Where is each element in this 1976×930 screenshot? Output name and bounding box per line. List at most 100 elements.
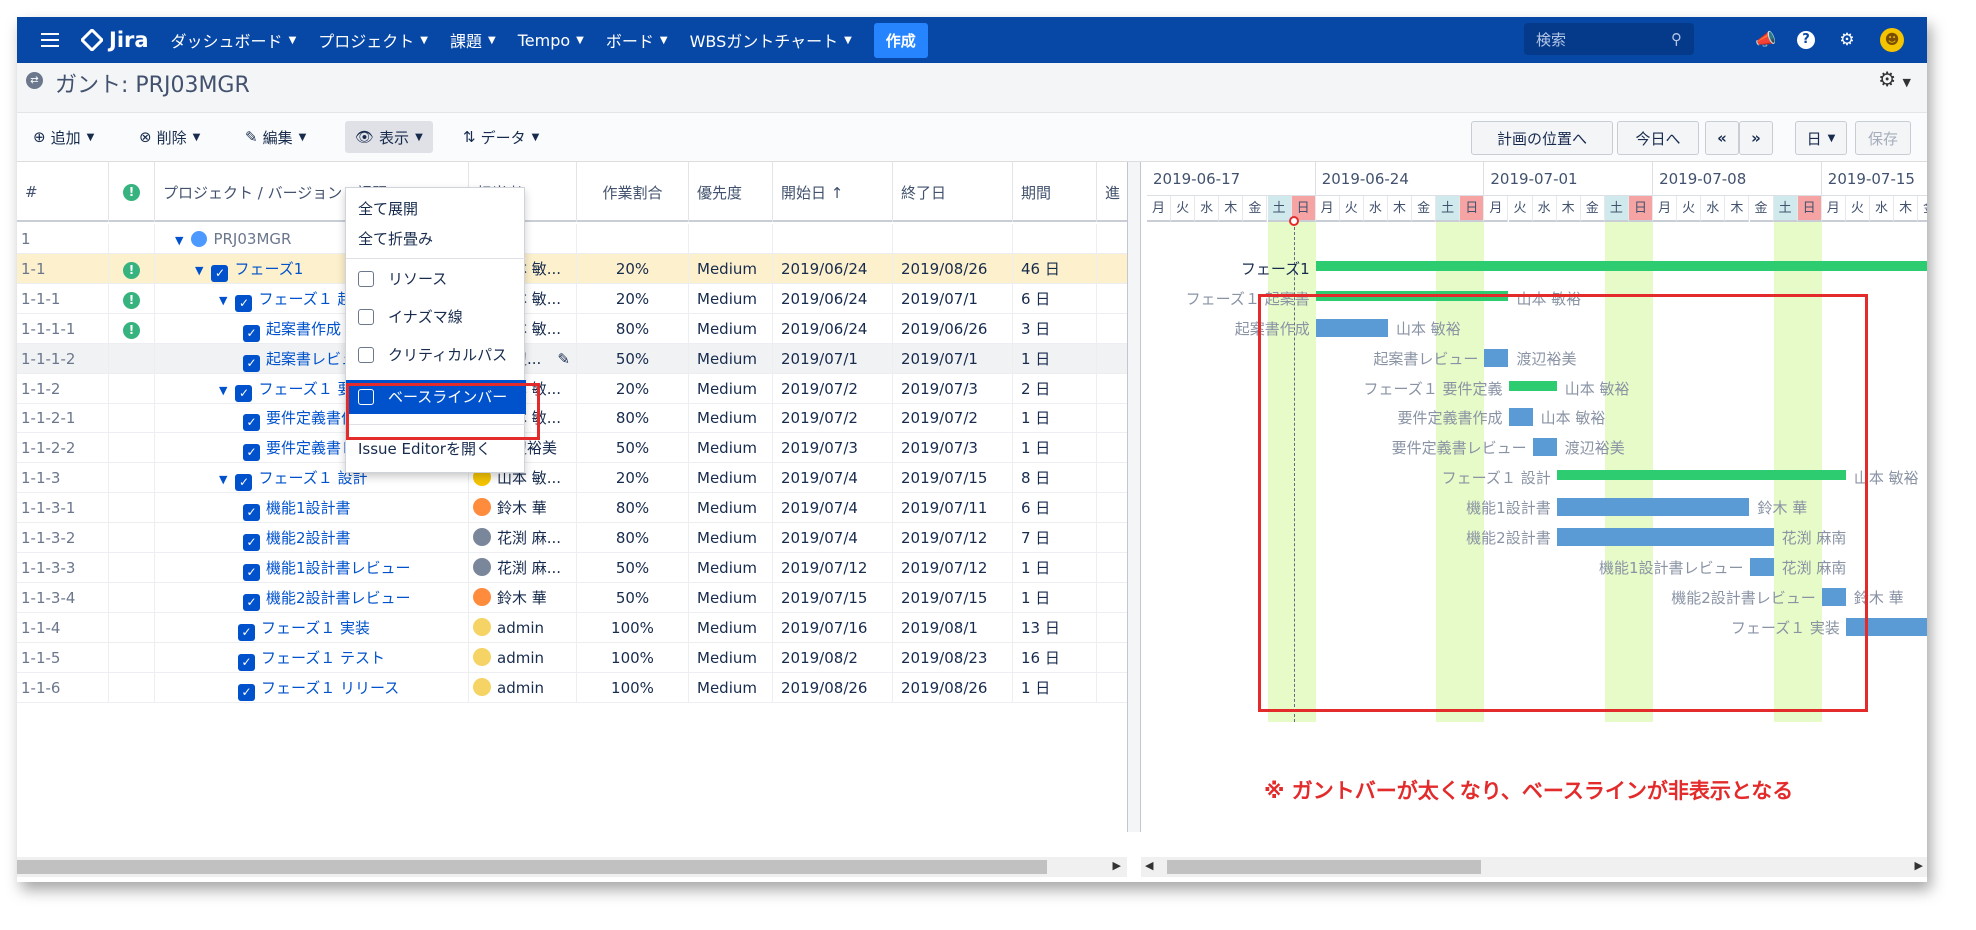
table-row[interactable]: 1-1-4 ✓ フェーズ１ 実装 admin 100% Medium 2019/07/16 2… [17,612,1127,643]
cell-number: 1-1-1 [17,283,109,314]
pane-splitter[interactable] [1127,162,1141,832]
task-checkbox-icon[interactable]: ✓ [235,294,253,312]
search-input[interactable]: 検索 ⚲ [1524,23,1694,55]
task-checkbox-icon[interactable]: ✓ [238,623,255,641]
create-button[interactable]: 作成 [873,22,928,58]
delete-menu-button[interactable]: ⊗ 削除 ▼ [139,123,200,151]
expand-toggle-icon[interactable]: ▼ [219,384,227,397]
prev-button[interactable]: « [1705,121,1739,155]
menu-expand-all[interactable]: 全て展開 [346,192,526,226]
nav-wbs-gantt[interactable]: WBSガントチャート ▼ [690,28,852,52]
nav-issues[interactable]: 課題 ▼ [450,28,496,52]
scrollbar-thumb[interactable] [1167,860,1481,874]
settings-gear-icon[interactable]: ⚙ ▼ [1878,67,1911,91]
help-icon[interactable]: ? [1794,28,1818,52]
task-checkbox-icon[interactable]: ✓ [243,324,260,342]
table-row[interactable]: 1-1-3-4 ✓ 機能2設計書レビュー 鈴木 華 50% Medium 2019/07/1… [17,582,1127,613]
menu-icon[interactable] [41,33,59,47]
col-number[interactable]: # [17,162,109,222]
nav-projects[interactable]: プロジェクト ▼ [318,28,428,52]
row-summary-link[interactable]: 機能2設計書 [266,529,351,547]
row-summary-link[interactable]: フェーズ１ テスト [261,649,385,667]
gantt-horizontal-scrollbar[interactable]: ◀ ▶ [1141,857,1927,877]
task-checkbox-icon[interactable]: ✓ [243,534,260,551]
col-duration[interactable]: 期間 [1013,162,1097,222]
expand-toggle-icon[interactable]: ▼ [195,264,203,277]
save-button[interactable]: 保存 [1855,121,1911,155]
task-checkbox-icon[interactable]: ✓ [243,414,260,432]
table-row[interactable]: 1-1-1-1! ✓ 起案書作成 山本 敏... 80% Medium 2019/06/24… [17,313,1127,344]
task-checkbox-icon[interactable]: ✓ [235,474,253,492]
table-row[interactable]: 1-1-2 ▼ ✓ フェーズ１ 要件定義 山本 敏... 20% Medium 2019/07… [17,373,1127,404]
scale-select[interactable]: 日 ▼ [1795,121,1847,155]
scroll-left-icon[interactable]: ◀ [1145,859,1153,872]
view-menu-button[interactable]: 👁 表示 ▼ [345,121,433,153]
col-progress[interactable]: 作業割合 [577,162,689,222]
data-menu-button[interactable]: ⇅ データ ▼ [463,123,539,151]
table-row[interactable]: 1-1-3-1 ✓ 機能1設計書 鈴木 華 80% Medium 2019/07/4 2019… [17,493,1127,524]
add-menu-button[interactable]: ⊕ 追加 ▼ [33,123,94,151]
col-end-date[interactable]: 終了日 [893,162,1013,222]
col-start-date[interactable]: 開始日 ↑ [773,162,893,222]
menu-critical-path[interactable]: クリティカルパス [346,338,526,372]
gear-icon[interactable]: ⚙ [1835,28,1859,52]
task-checkbox-icon[interactable]: ✓ [243,593,260,611]
task-checkbox-icon[interactable]: ✓ [243,354,260,372]
checkbox-icon[interactable] [358,309,374,325]
table-row[interactable]: 1-1-2-2 ✓ 要件定義書レビュー 渡辺裕美 50% Medium 2019/07/3 2… [17,433,1127,464]
table-row[interactable]: 1-1-3 ▼ ✓ フェーズ１ 設計 山本 敏... 20% Medium 2019/07/4… [17,463,1127,494]
nav-dashboard[interactable]: ダッシュボード ▼ [171,28,297,52]
edit-menu-button[interactable]: ✎ 編集 ▼ [245,123,306,151]
table-row[interactable]: 1-1-3-3 ✓ 機能1設計書レビュー 花渕 麻... 50% Medium 2019/0… [17,552,1127,583]
scroll-right-icon[interactable]: ▶ [1113,859,1121,872]
row-summary-link[interactable]: フェーズ１ リリース [261,679,399,697]
task-checkbox-icon[interactable]: ✓ [243,504,260,522]
nav-boards[interactable]: ボード ▼ [606,28,668,52]
today-button[interactable]: 今日へ [1617,121,1699,155]
summary-bar[interactable] [1315,260,1927,271]
table-row[interactable]: 1-1-6 ✓ フェーズ１ リリース admin 100% Medium 2019/08/2… [17,672,1127,703]
task-checkbox-icon[interactable]: ✓ [238,653,255,671]
cell-warning: ! [109,313,155,344]
table-row[interactable]: 1-1-1-2✓起案書レビュー渡辺...✎50%Medium2019/07/12… [17,343,1127,374]
menu-collapse-all[interactable]: 全て折畳み [346,222,526,256]
scroll-right-icon[interactable]: ▶ [1915,859,1923,872]
expand-toggle-icon[interactable]: ▼ [219,473,227,486]
table-row[interactable]: 1 ▼ PRJ03MGR [17,224,1127,254]
next-button[interactable]: » [1739,121,1773,155]
col-warning[interactable]: ! [109,162,155,222]
nav-tempo[interactable]: Tempo ▼ [518,31,584,50]
col-progress-status[interactable]: 進 [1097,162,1127,222]
cell-end-date: 2019/07/11 [893,493,1013,524]
scrollbar-thumb[interactable] [17,860,1047,874]
row-summary-link[interactable]: フェーズ１ 実装 [261,619,370,637]
table-row[interactable]: 1-1-3-2 ✓ 機能2設計書 花渕 麻... 80% Medium 2019/07/4 2… [17,523,1127,553]
table-row[interactable]: 1-1-1! ▼ ✓ フェーズ１ 起案 山本 敏... 20% Medium 2019/06/… [17,283,1127,314]
row-summary-link[interactable]: 起案書作成 [266,320,341,338]
checkbox-icon[interactable] [358,271,374,287]
row-summary-link[interactable]: 機能1設計書 [266,499,351,517]
jira-logo[interactable]: Jira [81,28,149,52]
expand-toggle-icon[interactable]: ▼ [175,234,183,247]
task-checkbox-icon[interactable]: ✓ [235,384,253,402]
grid-horizontal-scrollbar[interactable]: ▶ [17,857,1127,877]
row-summary-link[interactable]: 機能1設計書レビュー [266,559,411,577]
task-checkbox-icon[interactable]: ✓ [243,563,260,581]
row-summary-link[interactable]: 機能2設計書レビュー [266,589,411,607]
task-checkbox-icon[interactable]: ✓ [211,264,229,282]
table-row[interactable]: 1-1-2-1 ✓ 要件定義書作成 山本 敏... 80% Medium 2019/07/2… [17,403,1127,434]
menu-resource[interactable]: リソース [346,262,526,296]
checkbox-icon[interactable] [358,347,374,363]
table-row[interactable]: 1-1! ▼ ✓ フェーズ1 山本 敏... 20% Medium 2019/06/24 201… [17,253,1127,284]
task-checkbox-icon[interactable]: ✓ [243,444,260,462]
expand-toggle-icon[interactable]: ▼ [219,294,227,307]
row-summary-link[interactable]: フェーズ1 [234,260,303,278]
menu-lightning-line[interactable]: イナズマ線 [346,300,526,334]
table-row[interactable]: 1-1-5 ✓ フェーズ１ テスト admin 100% Medium 2019/08/2 2… [17,642,1127,673]
megaphone-icon[interactable]: 📣 [1754,28,1778,52]
pencil-icon[interactable]: ✎ [557,344,570,374]
user-avatar[interactable]: ☻ [1880,28,1904,52]
task-checkbox-icon[interactable]: ✓ [238,683,255,701]
col-priority[interactable]: 優先度 [689,162,773,222]
plan-position-button[interactable]: 計画の位置へ [1471,121,1613,155]
